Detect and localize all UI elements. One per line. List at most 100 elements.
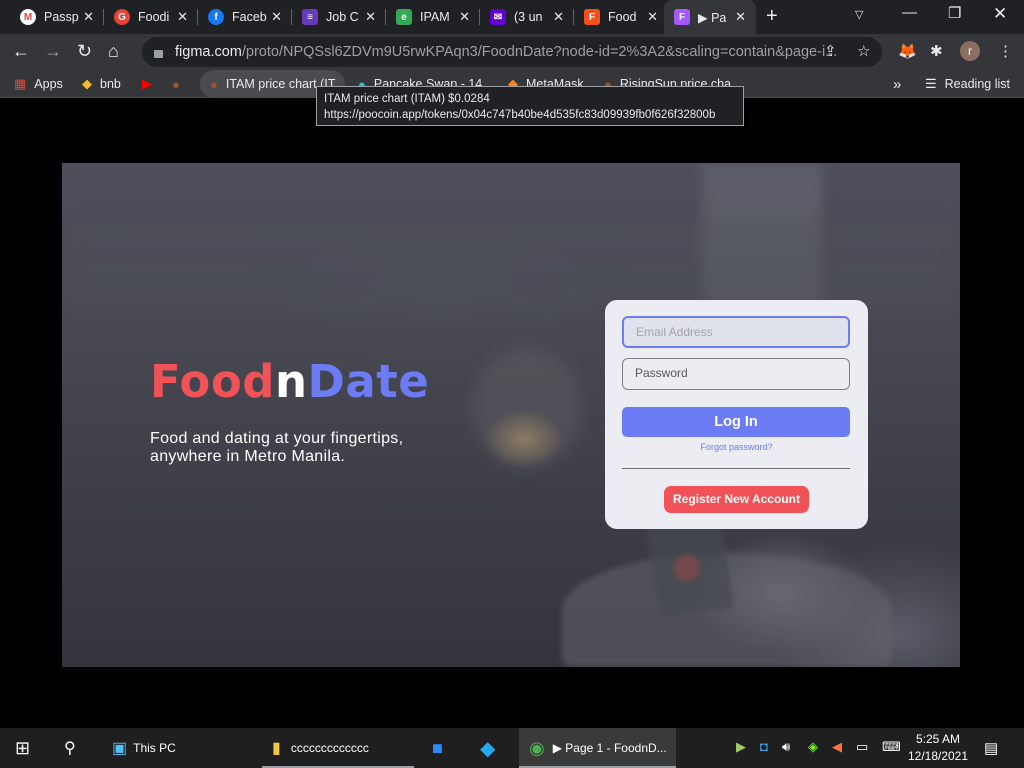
windows-taskbar: ⊞ ⚲ ▣ This PC ▮ ccccccccccccc ■ ◆ ◉ ▶ Pa… <box>0 728 1024 768</box>
close-tab-icon[interactable]: ✕ <box>83 9 94 25</box>
tab-title: Food <box>608 10 637 24</box>
password-field[interactable]: Password <box>622 358 850 390</box>
menu-kebab-icon[interactable]: ⋮ <box>998 42 1013 60</box>
nvidia-icon[interactable]: ◈ <box>808 739 818 755</box>
zoom-icon[interactable]: ■ <box>432 728 443 768</box>
share-icon[interactable]: ⇪ <box>824 42 837 60</box>
more-bookmarks-icon[interactable]: » <box>893 70 901 98</box>
profile-avatar[interactable]: r <box>960 41 980 61</box>
notifications-icon[interactable]: ▤ <box>984 739 998 757</box>
taskbar-label: ccccccccccccc <box>290 741 369 755</box>
bookmark-tooltip: ITAM price chart (ITAM) $0.0284 https://… <box>316 86 744 126</box>
browser-tab[interactable]: G Foodi ✕ <box>104 0 198 34</box>
url-path: /proto/NPQSsl6ZDVm9U5rwKPAqn3/FoodnDate?… <box>241 44 838 60</box>
email-field[interactable]: Email Address <box>622 316 850 348</box>
browser-tab[interactable]: ✉ (3 un ✕ <box>480 0 574 34</box>
restore-icon[interactable]: ❐ <box>948 4 961 22</box>
taskbar-label: This PC <box>133 741 176 755</box>
metamask-extension-icon[interactable]: 🦊 <box>898 42 917 60</box>
windows-start-icon[interactable]: ⊞ <box>15 728 30 768</box>
tab-strip: M Passp ✕ G Foodi ✕ f Faceb ✕ ≡ Job C ✕ … <box>0 0 1024 34</box>
taskbar-folder[interactable]: ▮ ccccccccccccc <box>262 728 414 768</box>
lock-icon <box>154 50 163 58</box>
close-tab-icon[interactable]: ✕ <box>365 9 376 25</box>
logo-food: Food <box>150 355 275 408</box>
prototype-frame: FoodnDate Food and dating at your finger… <box>62 163 960 667</box>
logo-date: Date <box>307 355 430 408</box>
app-logo: FoodnDate <box>150 355 429 408</box>
bookmark-label: bnb <box>100 77 121 91</box>
new-tab-icon[interactable]: + <box>766 5 778 28</box>
browser-tab-active[interactable]: F ▶ Pa ✕ <box>664 0 756 34</box>
browser-tab[interactable]: ≡ Job C ✕ <box>292 0 386 34</box>
close-tab-icon[interactable]: ✕ <box>271 9 282 25</box>
taskbar-label: ▶ Page 1 - FoodnD... <box>552 741 667 755</box>
close-tab-icon[interactable]: ✕ <box>553 9 564 25</box>
logo-n: n <box>274 355 308 408</box>
reading-list-label: Reading list <box>944 77 1010 91</box>
forward-icon[interactable]: → <box>44 41 62 62</box>
taskbar-clock[interactable]: 5:25 AM 12/18/2021 <box>906 731 970 765</box>
bookmark-label: Apps <box>34 77 63 91</box>
computer-icon: ▣ <box>112 740 128 757</box>
minimize-icon[interactable]: — <box>902 4 917 21</box>
browser-tab[interactable]: f Faceb ✕ <box>198 0 292 34</box>
network-icon[interactable]: ▭ <box>856 739 868 755</box>
tagline-line: Food and dating at your fingertips, <box>150 430 404 447</box>
page-viewport: FoodnDate Food and dating at your finger… <box>0 98 1024 728</box>
tagline-line: anywhere in Metro Manila. <box>150 448 346 465</box>
folder-icon: ▮ <box>272 740 281 757</box>
tab-title: Job C <box>326 10 359 24</box>
poocoin-icon: ● <box>172 76 180 92</box>
bookmark-poocoin[interactable]: ● <box>172 70 188 98</box>
background-flowers <box>472 348 582 468</box>
taskbar-chrome[interactable]: ◉ ▶ Page 1 - FoodnD... <box>519 728 676 768</box>
figma-favicon-icon: F <box>584 9 600 25</box>
tooltip-url: https://poocoin.app/tokens/0x04c747b40be… <box>324 109 716 121</box>
forgot-password-link[interactable]: Forgot password? <box>605 442 868 452</box>
background-bottle-label <box>674 555 700 581</box>
tray-r-icon[interactable]: ◘ <box>760 739 768 754</box>
vscode-icon[interactable]: ◆ <box>480 728 495 768</box>
search-icon[interactable]: ⚲ <box>64 728 76 768</box>
close-tab-icon[interactable]: ✕ <box>459 9 470 25</box>
address-bar[interactable]: figma.com/proto/NPQSsl6ZDVm9U5rwKPAqn3/F… <box>142 37 882 67</box>
tray-app-icon[interactable]: ▶ <box>736 739 746 755</box>
poocoin-icon: ● <box>210 76 218 92</box>
reload-icon[interactable]: ↻ <box>77 41 92 62</box>
browser-tab[interactable]: M Passp ✕ <box>10 0 104 34</box>
register-button[interactable]: Register New Account <box>664 486 809 513</box>
tab-favicon-icon: e <box>396 9 412 25</box>
close-tab-icon[interactable]: ✕ <box>735 9 746 25</box>
close-window-icon[interactable]: ✕ <box>993 4 1007 24</box>
bookmark-bnb[interactable]: ◆ bnb <box>82 70 121 98</box>
reading-list-button[interactable]: ☰ Reading list <box>925 70 1010 98</box>
close-tab-icon[interactable]: ✕ <box>177 9 188 25</box>
login-button[interactable]: Log In <box>622 407 850 437</box>
clock-date: 12/18/2021 <box>907 749 969 763</box>
apps-grid-icon: ▦ <box>14 76 27 91</box>
bookmark-youtube[interactable]: ▶ <box>142 70 160 98</box>
binance-icon: ◆ <box>82 76 92 91</box>
home-icon[interactable]: ⌂ <box>108 41 119 62</box>
bookmark-star-icon[interactable]: ☆ <box>857 42 870 60</box>
chrome-icon: ◉ <box>529 737 545 758</box>
volume-icon[interactable]: ◀ <box>832 739 842 755</box>
bookmark-apps[interactable]: ▦ Apps <box>14 70 63 98</box>
audio-icon[interactable]: 🔊︎ <box>782 739 790 755</box>
browser-tab[interactable]: F Food ✕ <box>574 0 668 34</box>
mail-favicon-icon: ✉ <box>490 9 506 25</box>
close-tab-icon[interactable]: ✕ <box>647 9 658 25</box>
tab-title: IPAM <box>420 10 450 24</box>
tab-search-icon[interactable]: ▽ <box>855 8 863 21</box>
tab-title: ▶ Pa <box>698 10 726 25</box>
input-language-icon[interactable]: ⌨ <box>882 739 901 755</box>
tooltip-title: ITAM price chart (ITAM) $0.0284 <box>324 93 490 105</box>
browser-tab[interactable]: e IPAM ✕ <box>386 0 480 34</box>
tab-title: Foodi <box>138 10 170 24</box>
divider <box>622 468 850 469</box>
taskbar-this-pc[interactable]: ▣ This PC <box>112 728 176 768</box>
extensions-puzzle-icon[interactable]: ✱ <box>930 42 943 60</box>
back-icon[interactable]: ← <box>12 41 30 62</box>
tab-favicon-icon: G <box>114 9 130 25</box>
